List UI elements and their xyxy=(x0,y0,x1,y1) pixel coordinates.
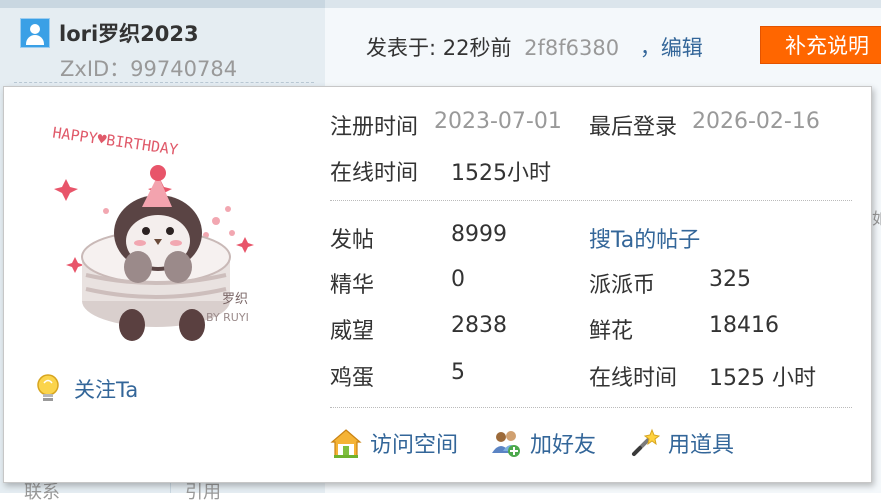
visit-space-label: 访问空间 xyxy=(370,433,459,458)
stat-label-coins: 派派币 xyxy=(589,273,656,298)
popup-actions: 访问空间 加好友 用道具 xyxy=(330,427,766,459)
magic-wand-icon xyxy=(632,428,661,456)
post-meta: 发表于: 22秒前 2f8f6380 ，编辑 xyxy=(366,32,703,62)
add-friend-link[interactable]: 加好友 xyxy=(490,427,596,459)
edit-link[interactable]: 编辑 xyxy=(661,36,703,60)
stat-value-coins: 325 xyxy=(709,267,751,292)
author-column-top-border xyxy=(0,0,325,8)
stat-label-flowers: 鲜花 xyxy=(589,319,634,344)
stat-value-online: 1525 小时 xyxy=(709,366,816,391)
divider xyxy=(330,200,852,201)
follow-label: 关注Ta xyxy=(74,378,139,402)
divider xyxy=(330,407,852,408)
search-posts-link[interactable]: 搜Ta的帖子 xyxy=(589,222,700,254)
author-name[interactable]: lori罗织2023 xyxy=(59,18,199,48)
online-time-value: 1525小时 xyxy=(451,161,551,186)
right-edge-text-fragment: 如 xyxy=(872,209,881,228)
stat-label-eggs: 鸡蛋 xyxy=(330,366,375,391)
follow-button[interactable]: 关注Ta xyxy=(36,374,138,404)
supplement-button[interactable]: 补充说明 xyxy=(760,26,881,64)
last-login-label: 最后登录 xyxy=(589,115,678,140)
stat-value-eggs: 5 xyxy=(451,360,465,385)
user-icon[interactable] xyxy=(20,18,50,48)
avatar-caption: HAPPY♥BIRTHDAY xyxy=(51,125,179,159)
registered-value: 2023-07-01 xyxy=(434,109,562,134)
lightbulb-icon xyxy=(37,374,59,401)
author-header: lori罗织2023 xyxy=(20,18,199,48)
stat-label-online: 在线时间 xyxy=(589,366,678,391)
online-time-label: 在线时间 xyxy=(330,161,419,186)
meta-separator: ， xyxy=(639,36,661,60)
avatar-author-mark: BY RUYI xyxy=(206,311,249,324)
avatar-signature: 罗织 xyxy=(222,292,248,307)
home-icon xyxy=(330,429,362,458)
add-friend-label: 加好友 xyxy=(530,433,597,458)
stat-label-posts: 发帖 xyxy=(330,228,375,253)
use-item-link[interactable]: 用道具 xyxy=(628,427,734,459)
add-friend-icon xyxy=(492,431,521,457)
registered-label: 注册时间 xyxy=(330,115,419,140)
post-column-top-border xyxy=(325,0,881,8)
user-card-popup: HAPPY♥BIRTHDAY 罗织 BY RUYI 关注Ta 注册时间 2023… xyxy=(3,86,872,483)
posted-time: 发表于: 22秒前 xyxy=(366,36,512,60)
stat-label-digest: 精华 xyxy=(330,273,375,298)
stat-value-prestige: 2838 xyxy=(451,313,507,338)
stat-value-flowers: 18416 xyxy=(709,313,779,338)
author-zxid: ZxID：99740784 xyxy=(60,57,238,81)
last-login-value: 2026-02-16 xyxy=(692,109,820,134)
stat-label-prestige: 威望 xyxy=(330,319,375,344)
post-hash: 2f8f6380 xyxy=(524,36,620,60)
visit-space-link[interactable]: 访问空间 xyxy=(330,427,458,459)
use-item-label: 用道具 xyxy=(668,433,735,458)
stat-value-posts: 8999 xyxy=(451,222,507,247)
stat-value-digest: 0 xyxy=(451,267,465,292)
user-avatar[interactable]: HAPPY♥BIRTHDAY 罗织 BY RUYI xyxy=(46,125,282,345)
